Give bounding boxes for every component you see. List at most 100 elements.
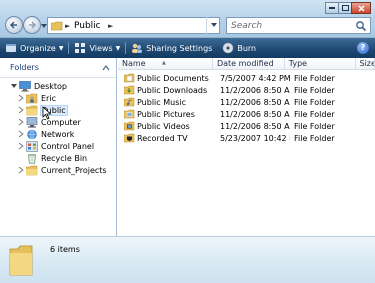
column-header-name[interactable]: Name ▲ xyxy=(118,58,213,70)
file-name-cell: Public Pictures xyxy=(118,109,216,119)
type-cell: File Folder xyxy=(294,109,335,119)
pictures-folder-icon xyxy=(123,109,135,119)
tree-item-network[interactable]: Network xyxy=(0,128,116,140)
recycle-bin-icon xyxy=(26,153,38,164)
breadcrumb-separator-icon[interactable]: ► xyxy=(108,22,113,30)
expand-arrow-right-icon[interactable] xyxy=(17,118,25,126)
tree-item-current-projects[interactable]: Current_Projects xyxy=(0,164,116,176)
date-modified-cell: 11/2/2006 8:50 AM xyxy=(220,97,290,107)
maximize-icon xyxy=(341,5,349,11)
file-row[interactable]: Public Downloads 11/2/2006 8:50 AM File Fo… xyxy=(118,84,363,96)
file-row[interactable]: Public Music 11/2/2006 8:50 AM File Folder xyxy=(118,96,363,108)
file-name-cell: Public Videos xyxy=(118,121,216,131)
folders-header-label: Folders xyxy=(10,63,39,72)
tree-item-eric[interactable]: Eric xyxy=(0,92,116,104)
maximize-button[interactable] xyxy=(338,2,352,14)
sharing-settings-label: Sharing Settings xyxy=(146,43,213,53)
expand-arrow-right-icon[interactable] xyxy=(17,94,25,102)
column-header-type[interactable]: Type xyxy=(285,58,356,70)
tree-item-label: Control Panel xyxy=(41,141,95,151)
folder-icon xyxy=(25,105,38,116)
burn-label: Burn xyxy=(237,43,257,53)
details-pane: 6 items xyxy=(0,236,375,283)
file-name-cell: Public Downloads xyxy=(118,85,216,95)
expand-arrow-down-icon[interactable] xyxy=(10,82,18,90)
burn-button[interactable]: Burn xyxy=(217,38,261,58)
address-path-label[interactable]: Public xyxy=(74,20,101,32)
date-modified-cell: 11/2/2006 8:50 AM xyxy=(220,121,290,131)
chevron-down-icon: ▼ xyxy=(115,44,121,52)
back-arrow-icon xyxy=(9,21,17,29)
expand-arrow-right-icon[interactable] xyxy=(17,106,25,114)
date-modified-cell: 11/2/2006 8:50 AM xyxy=(220,109,290,119)
file-name-label: Public Videos xyxy=(137,121,190,131)
organize-label: Organize xyxy=(20,43,56,53)
folder-tree: Desktop Eric Public Computer Network Control … xyxy=(0,78,116,176)
file-name-label: Public Documents xyxy=(137,73,209,83)
command-bar: Organize ▼ Views ▼ Sharing Settings Burn xyxy=(0,38,375,58)
address-bar[interactable]: ► Public ► xyxy=(47,17,220,34)
folder-icon xyxy=(9,245,33,276)
column-header-size[interactable]: Size xyxy=(356,58,375,70)
sort-ascending-icon: ▲ xyxy=(162,60,166,66)
close-button[interactable] xyxy=(351,2,371,14)
tree-item-public[interactable]: Public xyxy=(0,104,116,116)
help-button[interactable]: ? xyxy=(357,42,369,54)
organize-button[interactable]: Organize ▼ xyxy=(0,38,68,58)
column-headers: Name ▲ Date modified Type Size xyxy=(118,58,375,70)
computer-icon xyxy=(26,116,38,128)
date-modified-cell: 7/5/2007 4:42 PM xyxy=(220,73,290,83)
tree-item-computer[interactable]: Computer xyxy=(0,116,116,128)
file-name-cell: Recorded TV xyxy=(118,133,216,143)
file-row[interactable]: Public Documents 7/5/2007 4:42 PM File Fol… xyxy=(118,72,363,84)
forward-button[interactable] xyxy=(23,16,41,34)
file-name-cell: Public Music xyxy=(118,97,216,107)
type-cell: File Folder xyxy=(294,97,335,107)
documents-folder-icon xyxy=(123,73,135,83)
address-dropdown-button[interactable] xyxy=(206,17,220,34)
music-folder-icon xyxy=(123,97,135,107)
minimize-icon xyxy=(329,7,335,9)
search-icon[interactable] xyxy=(355,20,367,32)
folders-header[interactable]: Folders xyxy=(0,58,116,78)
type-cell: File Folder xyxy=(294,121,335,131)
user-folder-icon xyxy=(25,93,38,104)
expand-arrow-right-icon[interactable] xyxy=(17,166,25,174)
sharing-settings-button[interactable]: Sharing Settings xyxy=(126,38,217,58)
views-icon xyxy=(75,43,86,53)
chevron-up-icon[interactable] xyxy=(102,65,110,71)
tree-item-desktop[interactable]: Desktop xyxy=(0,80,116,92)
explorer-window: ► Public ► Search Organize ▼ Views ▼ Sha… xyxy=(0,0,375,283)
file-name-label: Public Music xyxy=(137,97,186,107)
views-button[interactable]: Views ▼ xyxy=(69,38,125,58)
chevron-down-icon xyxy=(211,23,217,27)
date-modified-cell: 11/2/2006 8:50 AM xyxy=(220,85,290,95)
file-rows: Public Documents 7/5/2007 4:42 PM File Fol… xyxy=(118,72,363,144)
views-label: Views xyxy=(89,43,113,53)
file-row[interactable]: Recorded TV 5/23/2007 10:42 PM File Folder xyxy=(118,132,363,144)
file-name-label: Public Pictures xyxy=(137,109,195,119)
back-button[interactable] xyxy=(5,16,23,34)
tree-item-recycle-bin[interactable]: Recycle Bin xyxy=(0,152,116,164)
file-row[interactable]: Public Videos 11/2/2006 8:50 AM File Folde… xyxy=(118,120,363,132)
file-row[interactable]: Public Pictures 11/2/2006 8:50 AM File Fol… xyxy=(118,108,363,120)
tree-item-label: Eric xyxy=(41,93,56,103)
column-header-date[interactable]: Date modified xyxy=(213,58,285,70)
tree-item-label: Recycle Bin xyxy=(41,153,88,163)
column-header-type-label: Type xyxy=(288,59,308,68)
sharing-icon xyxy=(132,43,143,53)
date-modified-cell: 5/23/2007 10:42 PM xyxy=(220,133,290,143)
breadcrumb-separator-icon[interactable]: ► xyxy=(65,22,70,30)
mouse-cursor-icon xyxy=(42,106,52,120)
tree-item-label: Current_Projects xyxy=(41,165,107,175)
expand-arrow-right-icon[interactable] xyxy=(17,130,25,138)
expand-arrow-right-icon[interactable] xyxy=(17,142,25,150)
tree-item-control-panel[interactable]: Control Panel xyxy=(0,140,116,152)
column-header-date-label: Date modified xyxy=(216,59,274,68)
navigation-pane: Folders Desktop Eric Public Computer Network… xyxy=(0,58,117,236)
minimize-button[interactable] xyxy=(325,2,339,14)
search-box[interactable]: Search xyxy=(226,17,371,34)
type-cell: File Folder xyxy=(294,85,335,95)
search-placeholder: Search xyxy=(231,21,263,31)
